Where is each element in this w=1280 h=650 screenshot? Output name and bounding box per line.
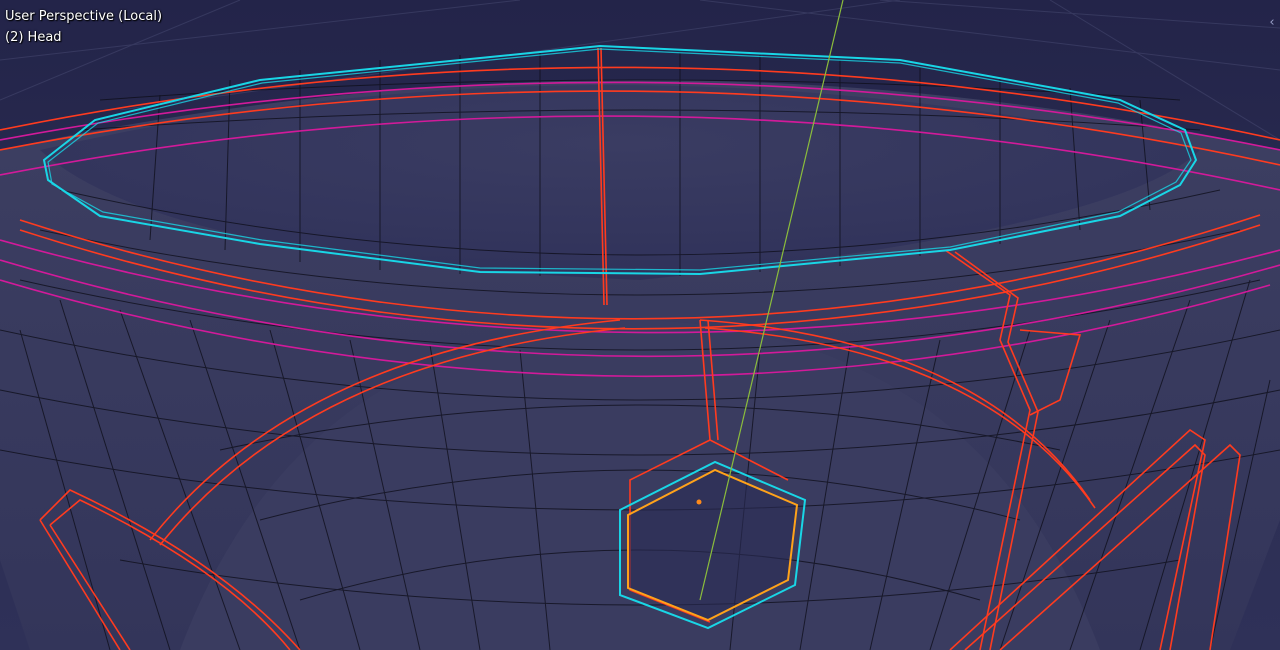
mesh-wireframe-scene[interactable] bbox=[0, 0, 1280, 650]
3d-viewport[interactable]: User Perspective (Local) (2) Head ‹ bbox=[0, 0, 1280, 650]
viewport-object-info: (2) Head bbox=[5, 30, 62, 45]
sidebar-toggle-chevron-icon[interactable]: ‹ bbox=[1266, 14, 1278, 32]
viewport-view-name: User Perspective (Local) bbox=[5, 9, 163, 24]
object-origin-point[interactable] bbox=[696, 499, 702, 505]
